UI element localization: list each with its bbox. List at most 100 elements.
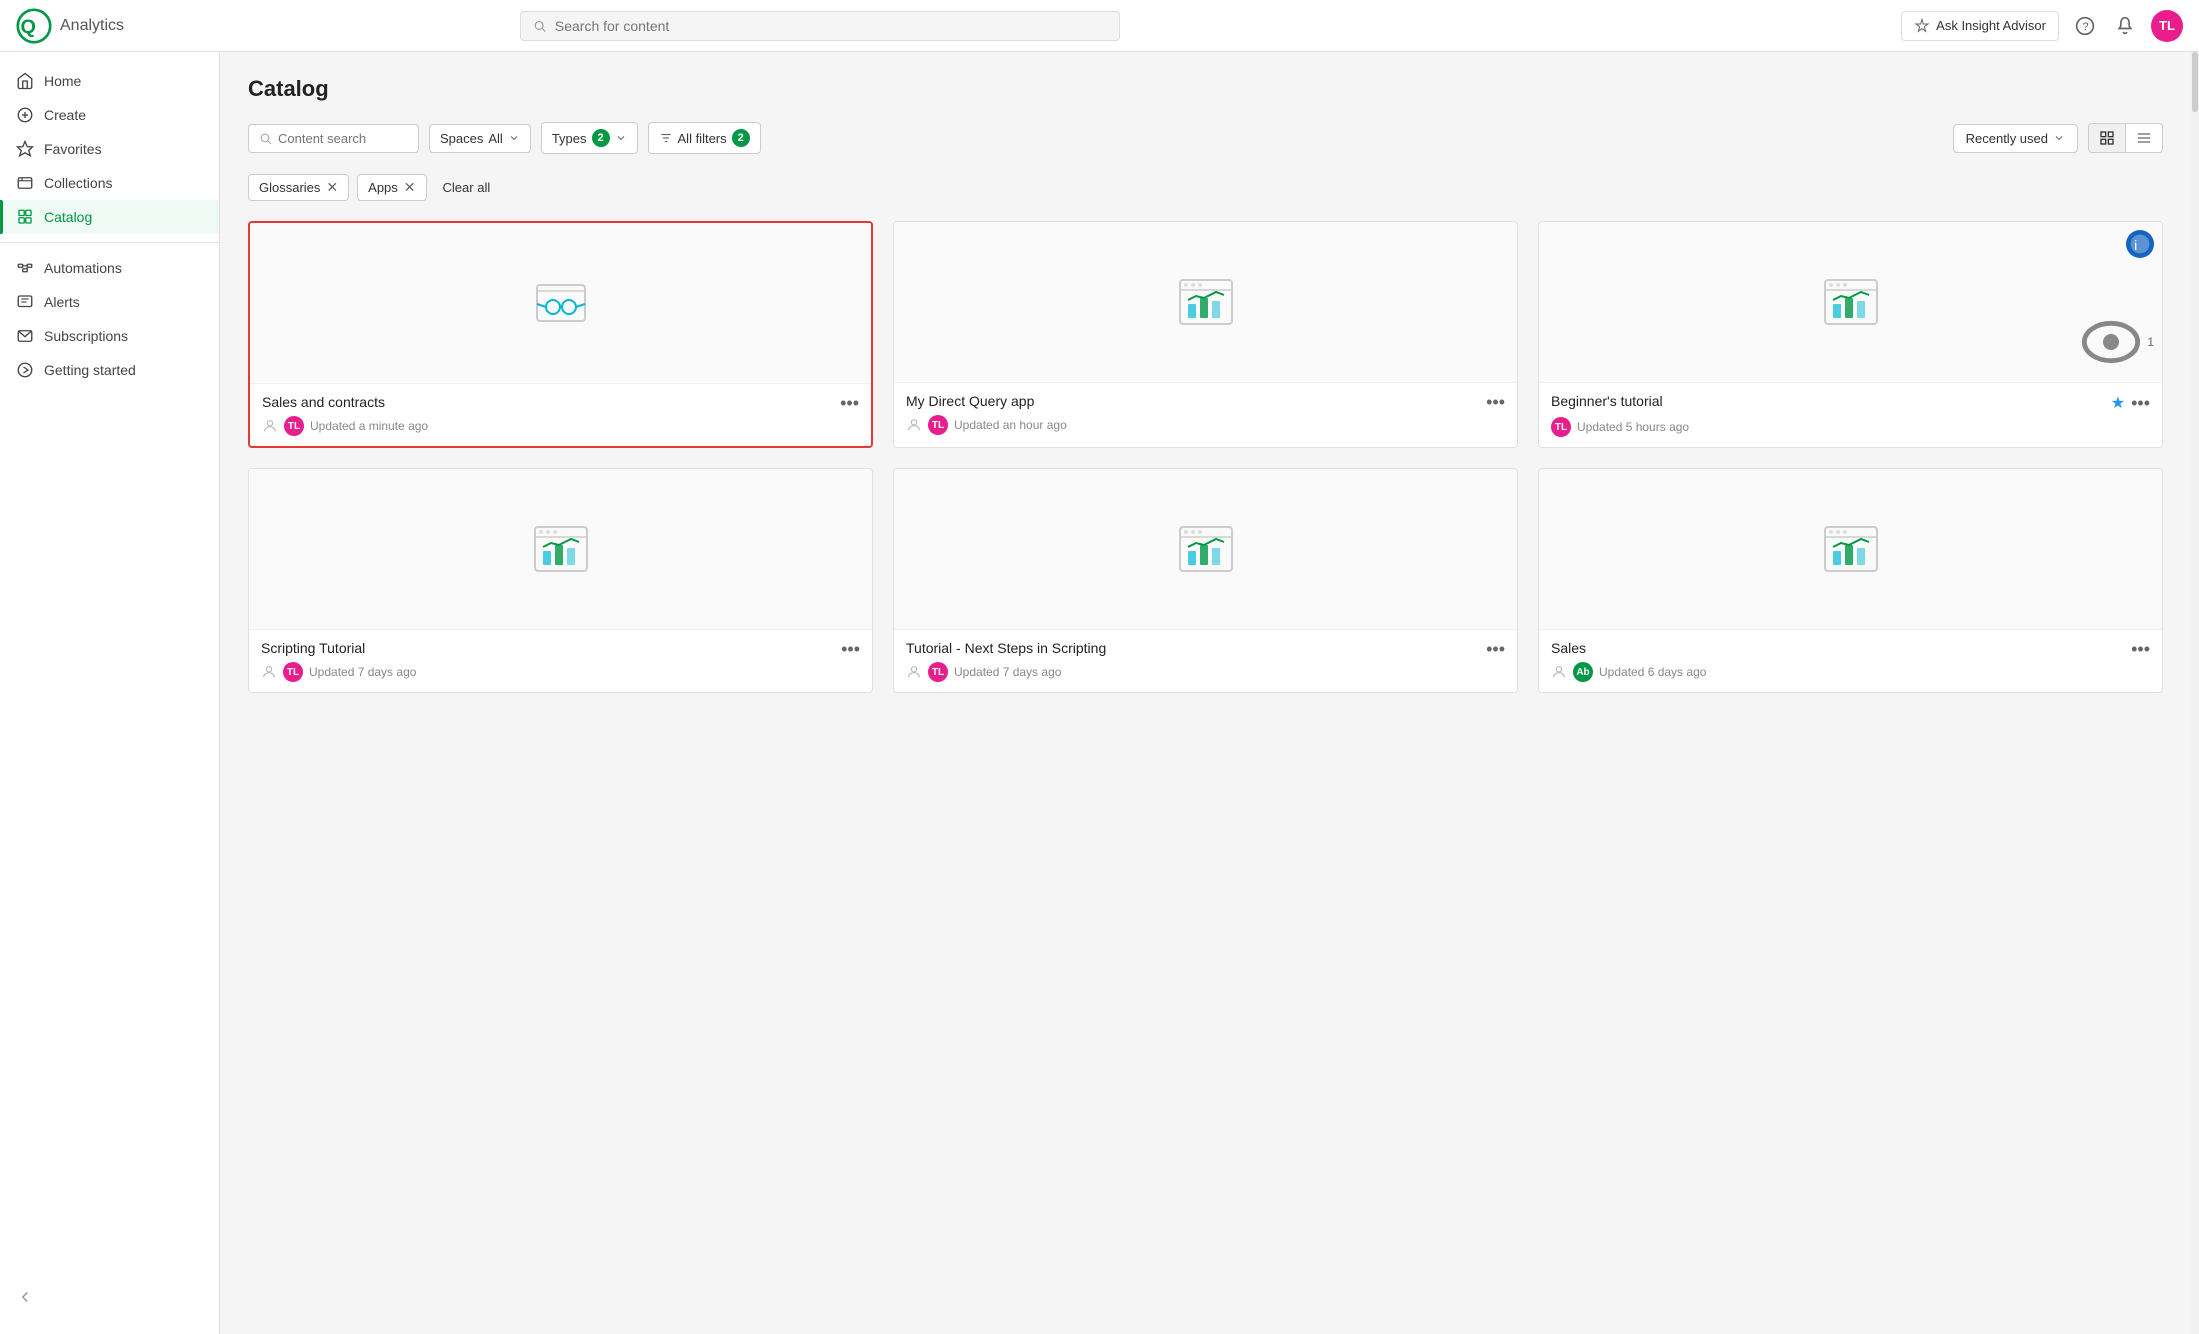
card-meta: TL Updated a minute ago (262, 416, 859, 436)
filter-tag-apps[interactable]: Apps ✕ (357, 174, 426, 201)
page-title: Catalog (248, 76, 2163, 102)
insight-advisor-button[interactable]: Ask Insight Advisor (1901, 11, 2059, 41)
sidebar-item-getting-started[interactable]: Getting started (0, 353, 219, 387)
owner-icon (906, 417, 922, 433)
view-toggle (2088, 123, 2163, 153)
card-scripting-tutorial[interactable]: Scripting Tutorial ••• TL Updated 7 days… (248, 468, 873, 693)
card-meta: TL Updated 7 days ago (261, 662, 860, 682)
sidebar-item-alerts[interactable]: Alerts (0, 285, 219, 319)
card-footer-top: Sales ••• (1551, 640, 2150, 658)
card-preview (249, 469, 872, 629)
home-icon (16, 72, 34, 90)
sidebar-item-favorites[interactable]: Favorites (0, 132, 219, 166)
card-meta: Ab Updated 6 days ago (1551, 662, 2150, 682)
help-button[interactable]: ? (2071, 12, 2099, 40)
sidebar-divider (0, 242, 219, 243)
app-logo[interactable]: Q Analytics (16, 8, 124, 44)
sidebar-item-catalog-label: Catalog (44, 209, 92, 225)
filter-icon (659, 131, 673, 145)
card-avatar: TL (928, 662, 948, 682)
card-avatar: TL (928, 415, 948, 435)
filter-tag-glossaries-label: Glossaries (259, 180, 320, 195)
filter-tag-glossaries[interactable]: Glossaries ✕ (248, 174, 349, 201)
spaces-label: Spaces (440, 131, 483, 146)
collapse-icon (16, 1288, 34, 1306)
right-scrollbar[interactable] (2191, 52, 2199, 1334)
sidebar-item-create[interactable]: Create (0, 98, 219, 132)
card-title: Scripting Tutorial (261, 640, 841, 656)
svg-text:Q: Q (21, 16, 36, 38)
all-filters-button[interactable]: All filters 2 (648, 122, 761, 154)
card-footer-actions: ••• (1486, 640, 1505, 658)
content-search-input[interactable] (278, 131, 408, 146)
card-footer: Sales ••• Ab Updated 6 days ago (1539, 629, 2162, 692)
card-footer-actions: ••• (2131, 640, 2150, 658)
sidebar-item-subscriptions-label: Subscriptions (44, 328, 128, 344)
content-area: Catalog Spaces All (220, 52, 2191, 1334)
clear-all-button[interactable]: Clear all (435, 176, 499, 199)
filter-tag-apps-close[interactable]: ✕ (404, 179, 416, 196)
sidebar-item-home[interactable]: Home (0, 64, 219, 98)
card-preview: i 1 (1539, 222, 2162, 382)
content-search-icon (259, 132, 272, 145)
card-more-button[interactable]: ••• (1486, 393, 1505, 411)
owner-icon (262, 418, 278, 434)
card-my-direct-query[interactable]: My Direct Query app ••• TL Updated an ho… (893, 221, 1518, 448)
card-footer: Scripting Tutorial ••• TL Updated 7 days… (249, 629, 872, 692)
create-icon (16, 106, 34, 124)
help-icon: ? (2075, 16, 2095, 36)
card-more-button[interactable]: ••• (840, 394, 859, 412)
card-more-button[interactable]: ••• (2131, 640, 2150, 658)
glossary-icon (529, 271, 593, 335)
all-filters-label: All filters (678, 131, 727, 146)
sidebar-item-catalog[interactable]: Catalog (0, 200, 219, 234)
card-tutorial-next-steps[interactable]: Tutorial - Next Steps in Scripting ••• T… (893, 468, 1518, 693)
qlik-logo-icon: Q (16, 8, 52, 44)
filter-tag-glossaries-close[interactable]: ✕ (326, 179, 338, 196)
chevron-down-icon (508, 132, 520, 144)
avatar[interactable]: TL (2151, 10, 2183, 42)
sidebar-item-create-label: Create (44, 107, 86, 123)
card-sales-contracts[interactable]: Sales and contracts ••• TL Updated a min… (248, 221, 873, 448)
card-indicator: i (2126, 230, 2154, 258)
sort-button[interactable]: Recently used (1953, 124, 2078, 153)
sidebar-collapse-button[interactable] (0, 1280, 219, 1314)
card-footer: My Direct Query app ••• TL Updated an ho… (894, 382, 1517, 445)
catalog-icon (16, 208, 34, 226)
types-filter-button[interactable]: Types 2 (541, 122, 638, 154)
sidebar-item-automations-label: Automations (44, 260, 122, 276)
notifications-button[interactable] (2111, 12, 2139, 40)
list-view-button[interactable] (2125, 124, 2162, 152)
card-updated: Updated an hour ago (954, 418, 1067, 432)
card-more-button[interactable]: ••• (2131, 394, 2150, 412)
card-beginners-tutorial[interactable]: i 1 Beginner's tutorial ★ ••• TL Updated… (1538, 221, 2163, 448)
spaces-filter-button[interactable]: Spaces All (429, 124, 531, 153)
card-sales[interactable]: Sales ••• Ab Updated 6 days ago (1538, 468, 2163, 693)
card-avatar: Ab (1573, 662, 1593, 682)
grid-view-button[interactable] (2089, 124, 2125, 152)
card-footer-actions: ••• (841, 640, 860, 658)
global-search-bar[interactable] (520, 11, 1120, 41)
automations-icon (16, 259, 34, 277)
content-search-bar[interactable] (248, 124, 419, 153)
global-search-input[interactable] (555, 18, 1108, 34)
getting-started-icon (16, 361, 34, 379)
sort-label: Recently used (1966, 131, 2048, 146)
sidebar-item-automations[interactable]: Automations (0, 251, 219, 285)
sidebar-item-subscriptions[interactable]: Subscriptions (0, 319, 219, 353)
bell-icon (2115, 16, 2135, 36)
spaces-value: All (488, 131, 502, 146)
card-more-button[interactable]: ••• (1486, 640, 1505, 658)
card-star[interactable]: ★ (2111, 393, 2125, 413)
card-avatar: TL (1551, 417, 1571, 437)
card-views: 1 (2079, 310, 2154, 374)
sidebar: Home Create Favorites Collections (0, 52, 220, 1334)
card-avatar: TL (283, 662, 303, 682)
sidebar-item-collections[interactable]: Collections (0, 166, 219, 200)
sidebar-item-alerts-label: Alerts (44, 294, 80, 310)
card-meta: TL Updated 7 days ago (906, 662, 1505, 682)
card-title: My Direct Query app (906, 393, 1486, 409)
card-more-button[interactable]: ••• (841, 640, 860, 658)
card-title: Sales (1551, 640, 2131, 656)
card-footer-top: My Direct Query app ••• (906, 393, 1505, 411)
